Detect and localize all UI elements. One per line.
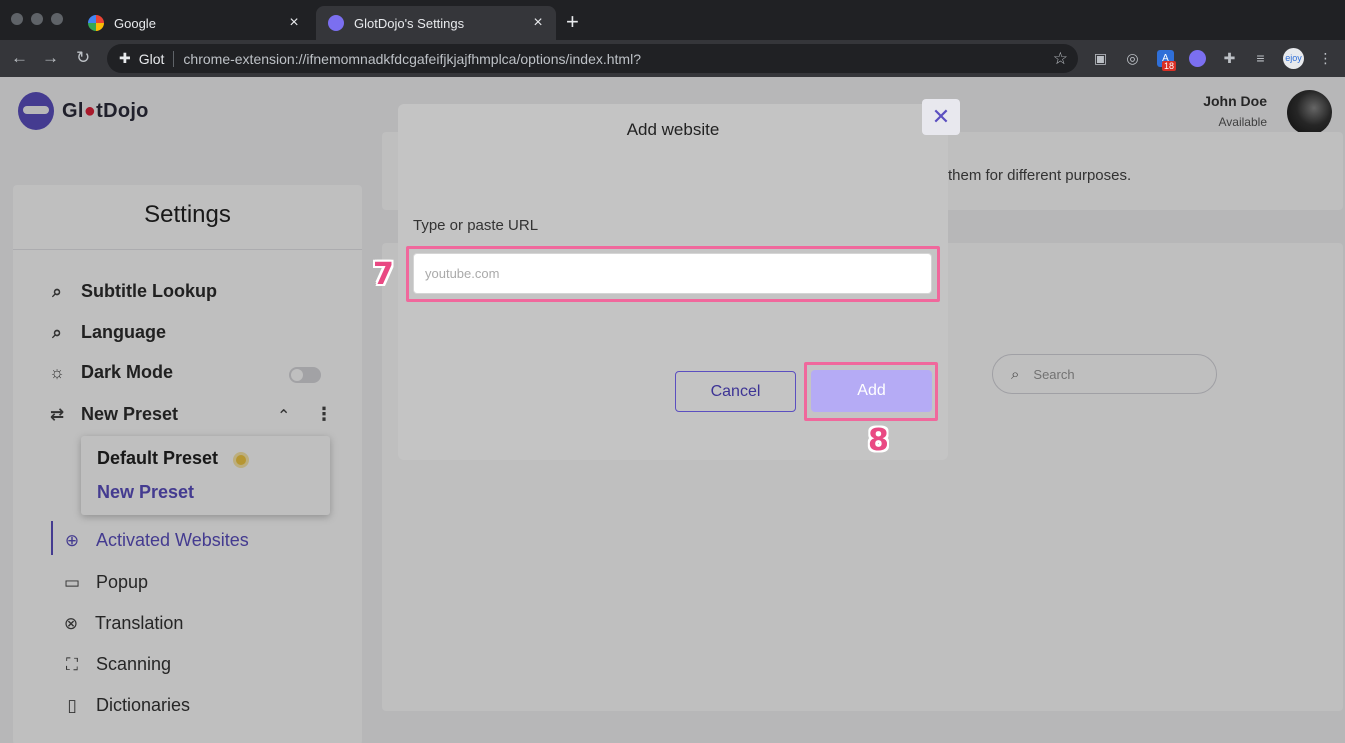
reading-list-icon[interactable]: ≡: [1252, 50, 1269, 67]
tab-close-icon[interactable]: ×: [530, 14, 546, 32]
omnibox-divider: [173, 50, 175, 67]
forward-icon[interactable]: →: [42, 48, 59, 68]
browser-menu-icon[interactable]: ⋮: [1317, 50, 1334, 67]
back-icon[interactable]: ←: [11, 48, 28, 68]
url-text[interactable]: chrome-extension://ifnemomnadkfdcgafeifj…: [183, 51, 1052, 67]
briefcase-icon[interactable]: ▣: [1092, 50, 1109, 67]
tab-glotdojo-settings[interactable]: GlotDojo's Settings ×: [316, 6, 556, 40]
tape-icon[interactable]: ◎: [1124, 50, 1141, 67]
address-bar[interactable]: ✚ Glot chrome-extension://ifnemomnadkfdc…: [107, 44, 1078, 73]
close-icon: ✕: [931, 104, 951, 129]
browser-toolbar: ← → ↻ ✚ Glot chrome-extension://ifnemomn…: [0, 40, 1345, 77]
tab-title: GlotDojo's Settings: [354, 15, 465, 31]
step-number-7: 7: [373, 257, 394, 292]
window-minimize-dot[interactable]: [31, 13, 43, 25]
url-input[interactable]: [413, 253, 932, 294]
google-favicon-icon: [88, 15, 104, 31]
puzzle-extensions-icon[interactable]: ✚: [1221, 50, 1238, 67]
glotdojo-favicon-icon: [328, 15, 344, 31]
window-zoom-dot[interactable]: [51, 13, 63, 25]
new-tab-icon[interactable]: +: [566, 9, 579, 35]
reload-icon[interactable]: ↻: [76, 48, 90, 68]
site-label: Glot: [138, 50, 165, 67]
extension-badge: 18: [1162, 61, 1177, 71]
window-close-dot[interactable]: [11, 13, 23, 25]
cancel-button[interactable]: Cancel: [675, 371, 796, 412]
bookmark-star-icon[interactable]: ☆: [1053, 49, 1068, 69]
puzzle-icon: ✚: [119, 50, 131, 66]
ejoy-extension-icon[interactable]: ejoy: [1283, 48, 1304, 69]
add-button[interactable]: Add: [811, 370, 932, 412]
tab-title: Google: [114, 15, 156, 31]
tab-google[interactable]: Google ×: [76, 6, 312, 40]
browser-tab-bar: Google × GlotDojo's Settings × +: [0, 0, 1345, 40]
dialog-title: Add website: [626, 120, 720, 139]
step-number-8: 8: [868, 423, 889, 458]
url-field-label: Type or paste URL: [413, 217, 539, 234]
tab-close-icon[interactable]: ×: [286, 14, 302, 32]
close-dialog-button[interactable]: ✕: [922, 99, 960, 135]
glotdojo-extension-icon[interactable]: [1189, 50, 1206, 67]
